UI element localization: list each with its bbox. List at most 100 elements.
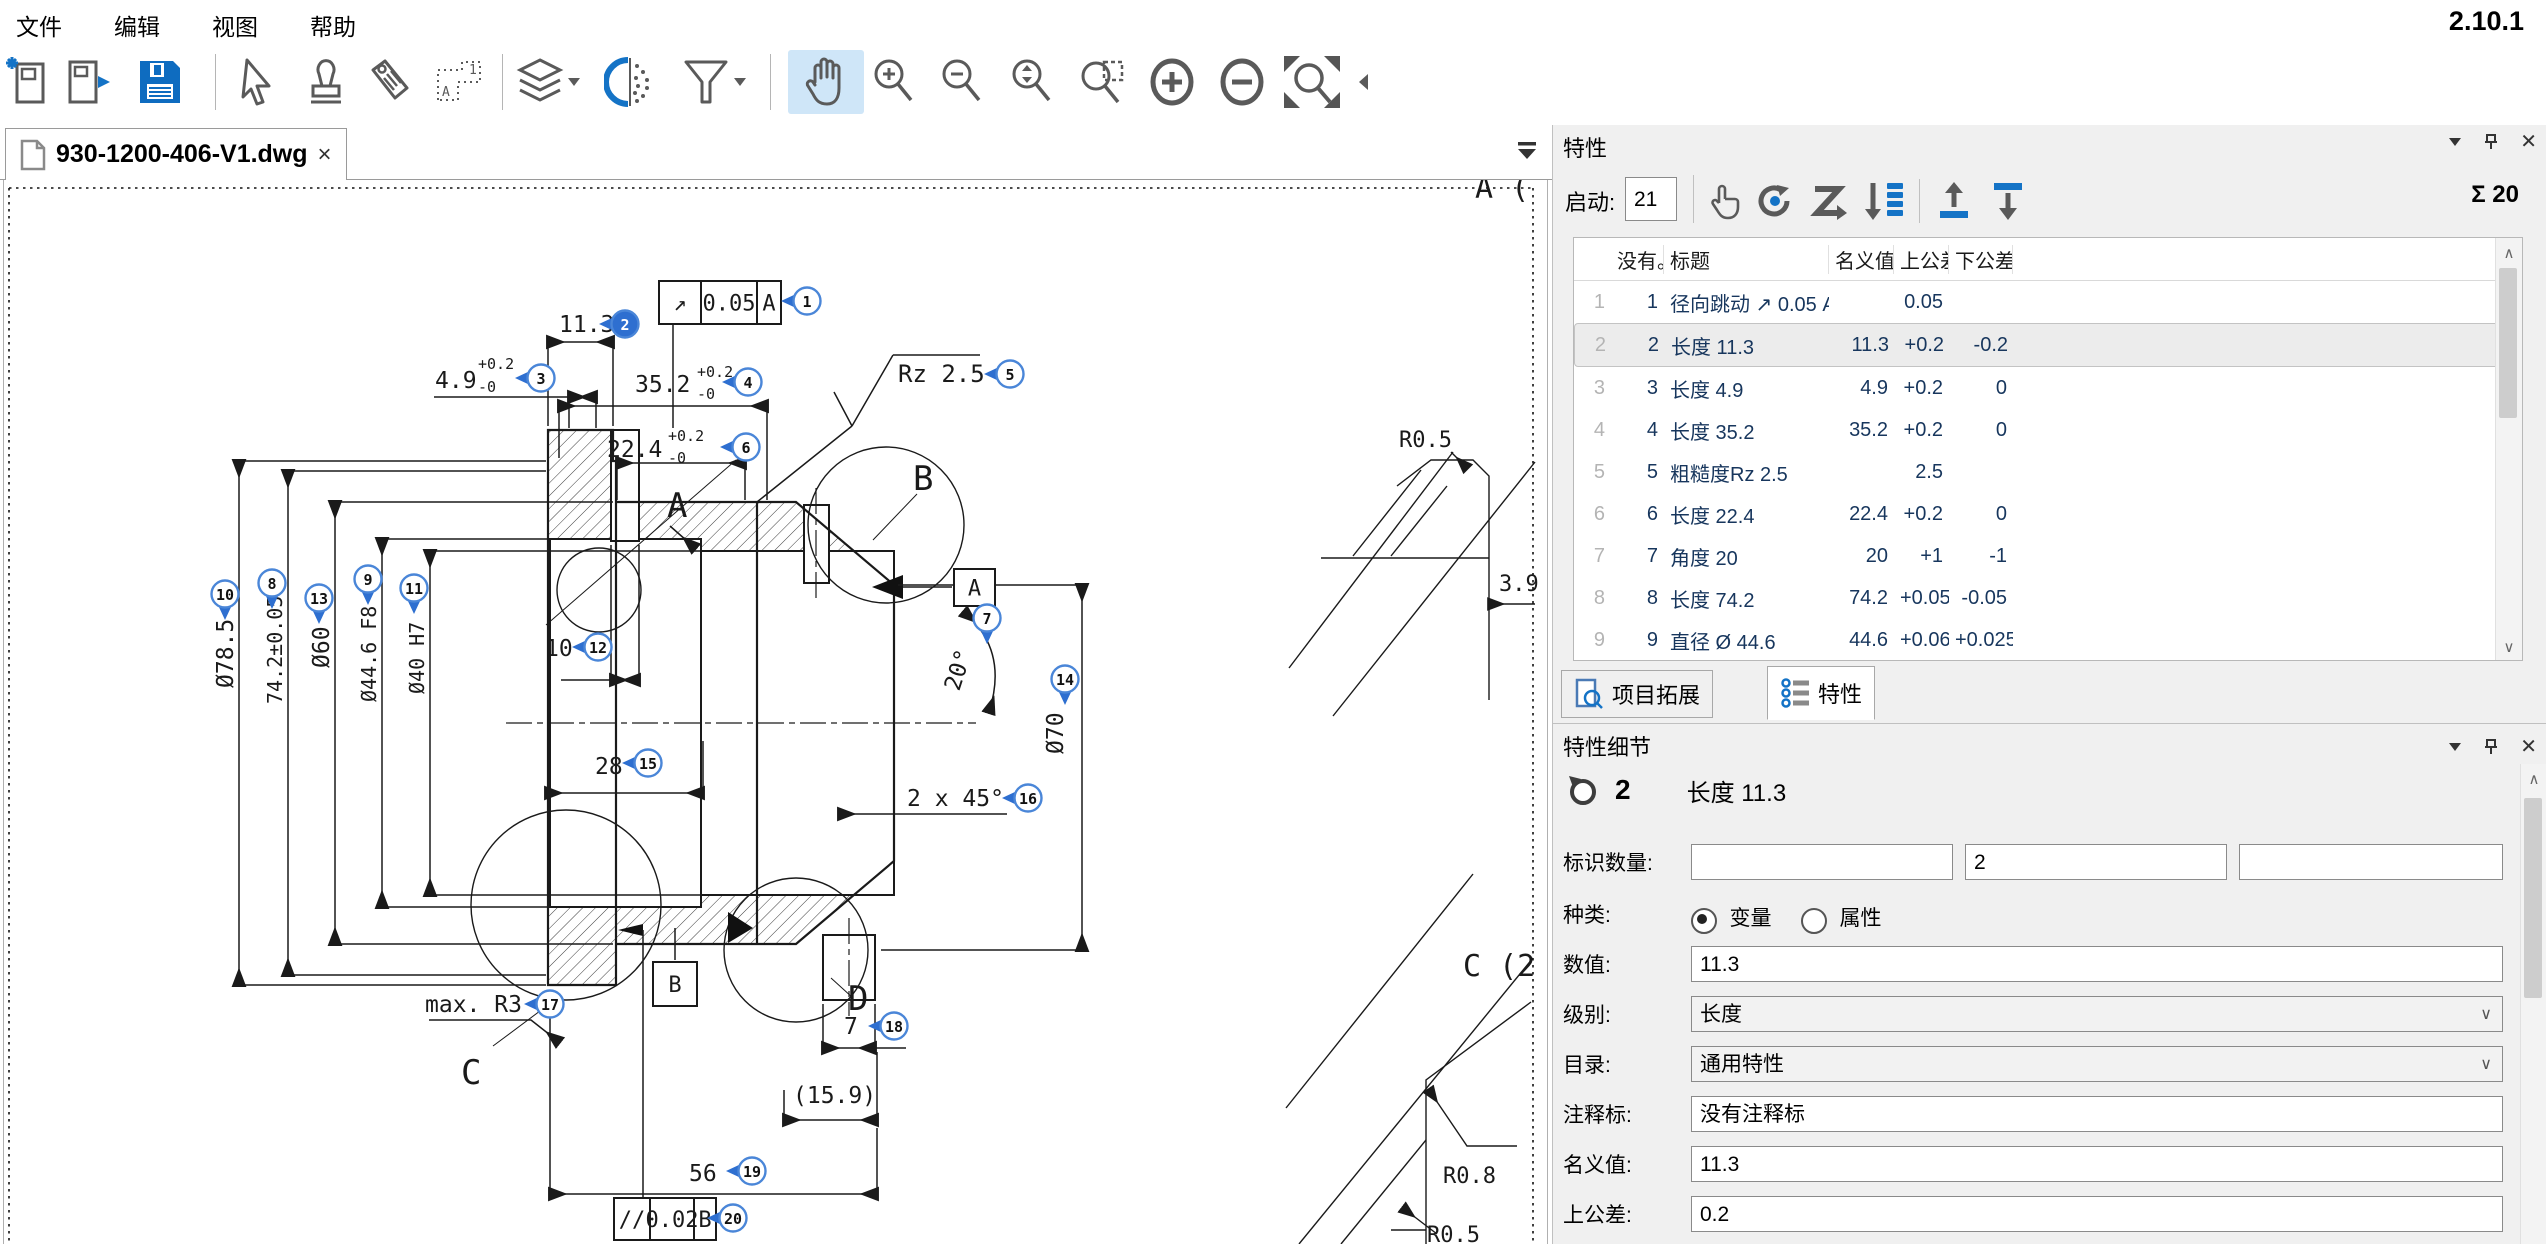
radio-variable[interactable]	[1691, 908, 1717, 934]
balloon-3[interactable]: 3	[515, 365, 555, 392]
balloon-19[interactable]: 19	[726, 1158, 766, 1185]
class-dropdown[interactable]: 长度∨	[1691, 996, 2503, 1032]
partial-region-button[interactable]: 1 A	[432, 50, 484, 114]
balloon-5[interactable]: 5	[984, 361, 1024, 388]
tab-characteristics[interactable]: 特性	[1767, 666, 1875, 720]
tab-project-expand[interactable]: 项目拓展	[1561, 670, 1713, 718]
sort-list-icon[interactable]	[1863, 181, 1905, 221]
start-input[interactable]: 21	[1625, 177, 1677, 221]
open-document-button[interactable]	[64, 50, 116, 114]
balloon-9[interactable]: 9	[355, 566, 382, 606]
panel-close-icon[interactable]: ✕	[2520, 129, 2537, 154]
table-row[interactable]: 88长度 74.274.2+0.05-0.05	[1574, 577, 2522, 619]
balloon-18[interactable]: 18	[868, 1013, 908, 1040]
menu-file[interactable]: 文件	[16, 8, 62, 42]
dim-label: -0	[668, 449, 686, 467]
note-input[interactable]: 没有注释标	[1691, 1096, 2503, 1132]
value-input[interactable]: 11.3	[1691, 946, 2503, 982]
radio-attribute[interactable]	[1801, 908, 1827, 934]
dim-label: D	[848, 979, 868, 1019]
id-count-input-3[interactable]	[2239, 844, 2503, 880]
zoom-in-button[interactable]	[868, 50, 920, 114]
z-order-icon[interactable]	[1809, 181, 1849, 221]
filter-button[interactable]	[680, 50, 752, 114]
layers-button[interactable]	[514, 50, 584, 114]
balloon-1[interactable]: 1	[781, 288, 821, 315]
enlarge-button[interactable]	[1146, 50, 1198, 114]
balloon-6[interactable]: 6	[720, 434, 760, 461]
zoom-dynamic-button[interactable]	[1006, 50, 1058, 114]
zoom-out-button[interactable]	[936, 50, 988, 114]
nominal-input[interactable]: 11.3	[1691, 1146, 2503, 1182]
catalog-dropdown[interactable]: 通用特性∨	[1691, 1046, 2503, 1082]
move-top-icon[interactable]	[1934, 181, 1974, 221]
details-scrollbar[interactable]: ∧	[2520, 764, 2546, 1244]
balloon-7[interactable]: 7	[974, 605, 1001, 645]
tab-list-button[interactable]	[1512, 138, 1542, 167]
id-count-input-1[interactable]	[1691, 844, 1953, 880]
zoom-fit-button[interactable]	[1280, 50, 1344, 114]
scroll-down-icon[interactable]: ∨	[2496, 638, 2522, 656]
mirror-view-button[interactable]	[604, 50, 656, 114]
pan-hand-icon	[801, 54, 851, 110]
details-close-icon[interactable]: ✕	[2520, 734, 2537, 759]
document-tab-close-icon[interactable]: ×	[318, 141, 332, 169]
zoom-in-icon	[869, 56, 919, 108]
balloon-11[interactable]: 11	[401, 575, 428, 615]
table-row[interactable]: 33长度 4.94.9+0.20	[1574, 367, 2522, 409]
svg-text:3: 3	[536, 370, 545, 388]
select-tool-button[interactable]	[232, 50, 284, 114]
enlarge-icon	[1147, 56, 1197, 108]
menu-view[interactable]: 视图	[212, 8, 258, 42]
table-row[interactable]: 22长度 11.311.3+0.2-0.2	[1574, 323, 2522, 367]
scroll-up-icon[interactable]: ∧	[2496, 238, 2522, 262]
hand-pointer-icon[interactable]	[1705, 181, 1741, 221]
table-row[interactable]: 44长度 35.235.2+0.20	[1574, 409, 2522, 451]
tab-list-icon	[1512, 138, 1542, 162]
radio-variable-label: 变量	[1729, 907, 1771, 930]
details-pin-icon[interactable]	[2484, 739, 2498, 755]
menu-edit[interactable]: 编辑	[114, 8, 160, 42]
details-scroll-up-icon[interactable]: ∧	[2521, 764, 2546, 788]
dim-label: max. R3	[425, 992, 522, 1018]
balloon-17[interactable]: 17	[524, 991, 564, 1018]
drawing-viewport[interactable]: 11.34.9+0.2-035.2+0.2-022.4+0.2-0Rz 2.5B…	[3, 180, 1548, 1244]
svg-text:1: 1	[802, 293, 811, 311]
dim-label: 10	[545, 636, 573, 662]
pin-icon[interactable]	[2484, 134, 2498, 150]
version-label: 2.10.1	[2449, 6, 2524, 37]
dim-label: -0	[697, 385, 715, 403]
panel-menu-icon[interactable]	[2448, 137, 2462, 147]
details-menu-icon[interactable]	[2448, 742, 2462, 752]
move-bottom-icon[interactable]	[1988, 181, 2028, 221]
balloon-13[interactable]: 13	[306, 585, 333, 625]
table-row[interactable]: 77角度 2020+1-1	[1574, 535, 2522, 577]
catalog-label: 目录:	[1563, 1046, 1611, 1086]
save-button[interactable]	[134, 50, 186, 114]
table-row[interactable]: 11径向跳动 ↗ 0.05 A0.05	[1574, 281, 2522, 323]
table-row[interactable]: 66长度 22.422.4+0.20	[1574, 493, 2522, 535]
id-count-input-2[interactable]: 2	[1965, 844, 2227, 880]
table-scrollbar[interactable]: ∧ ∨	[2495, 238, 2522, 660]
new-document-button[interactable]	[2, 50, 54, 114]
dim-label: (15.9)	[793, 1083, 876, 1109]
shrink-button[interactable]	[1216, 50, 1268, 114]
dim-label: R0.5	[1427, 1223, 1480, 1244]
menu-help[interactable]: 帮助	[310, 8, 356, 42]
rotate-icon[interactable]	[1755, 181, 1795, 221]
table-row[interactable]: 99直径 Ø 44.644.6+0.064+0.025	[1574, 619, 2522, 661]
zoom-window-button[interactable]	[1076, 50, 1128, 114]
characteristics-list-icon	[1780, 677, 1810, 709]
table-row[interactable]: 55粗糙度Rz 2.52.5	[1574, 451, 2522, 493]
balloon-10[interactable]: 10	[212, 581, 239, 621]
details-title: 特性细节	[1563, 730, 1651, 762]
pan-tool-button[interactable]	[788, 50, 864, 114]
balloon-14[interactable]: 14	[1052, 666, 1079, 706]
balloon-16[interactable]: 16	[1002, 785, 1042, 812]
tag-tool-button[interactable]	[364, 50, 416, 114]
collapse-toolbar-button[interactable]	[1352, 50, 1376, 114]
upper-tolerance-input[interactable]: 0.2	[1691, 1196, 2503, 1232]
document-tab[interactable]: 930-1200-406-V1.dwg ×	[5, 128, 347, 180]
item-title: 长度 11.3	[1687, 773, 1787, 808]
stamp-tool-button[interactable]	[300, 50, 352, 114]
